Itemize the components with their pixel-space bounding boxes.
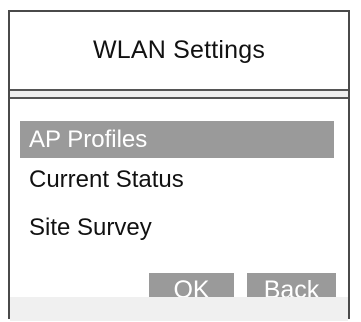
menu-panel: AP Profiles Current Status Site Survey O…: [10, 99, 348, 308]
menu-item-current-status[interactable]: Current Status: [20, 161, 334, 198]
menu-item-site-survey[interactable]: Site Survey: [20, 209, 334, 246]
header-divider-top: [10, 89, 348, 91]
menu-item-label: Site Survey: [29, 213, 152, 241]
footer-strip: [10, 297, 348, 321]
menu-item-label: Current Status: [29, 165, 184, 193]
menu-item-label: AP Profiles: [29, 125, 148, 153]
header-bar: WLAN Settings: [10, 12, 348, 89]
wlan-settings-screen: WLAN Settings AP Profiles Current Status…: [8, 10, 350, 321]
page-title: WLAN Settings: [92, 36, 266, 64]
menu-item-ap-profiles[interactable]: AP Profiles: [20, 121, 334, 158]
device-display: WLAN Settings AP Profiles Current Status…: [0, 0, 361, 322]
